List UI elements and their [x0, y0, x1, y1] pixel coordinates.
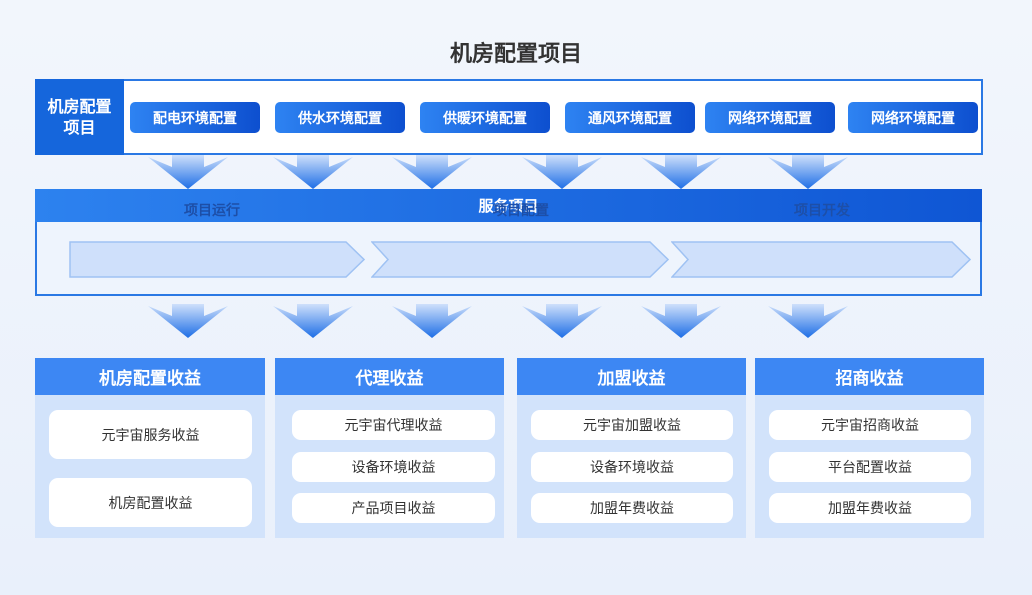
- config-item-water[interactable]: 供水环境配置: [275, 102, 405, 133]
- down-arrow-icon: [392, 304, 472, 338]
- card-title: 招商收益: [755, 358, 984, 395]
- config-item-network-1[interactable]: 网络环境配置: [705, 102, 835, 133]
- service-step-operation[interactable]: 项目运行: [69, 191, 355, 228]
- config-item-network-2[interactable]: 网络环境配置: [848, 102, 978, 133]
- down-arrow-icon: [148, 304, 228, 338]
- down-arrow-icon: [768, 155, 848, 189]
- config-item-power[interactable]: 配电环境配置: [130, 102, 260, 133]
- page-title: 机房配置项目: [449, 42, 582, 67]
- revenue-card-investment: 招商收益 元宇宙招商收益 平台配置收益 加盟年费收益: [755, 358, 984, 538]
- chevron-arrow-icon: [69, 241, 365, 278]
- revenue-item[interactable]: 元宇宙加盟收益: [531, 410, 733, 440]
- revenue-item[interactable]: 产品项目收益: [292, 493, 495, 523]
- revenue-card-agency: 代理收益 元宇宙代理收益 设备环境收益 产品项目收益: [275, 358, 504, 538]
- revenue-item[interactable]: 元宇宙服务收益: [49, 410, 252, 459]
- revenue-card-datacenter: 机房配置收益 元宇宙服务收益 机房配置收益: [35, 358, 265, 538]
- revenue-item[interactable]: 设备环境收益: [531, 452, 733, 482]
- card-title: 加盟收益: [517, 358, 746, 395]
- revenue-item[interactable]: 加盟年费收益: [531, 493, 733, 523]
- down-arrow-icon: [273, 155, 353, 189]
- config-item-heating[interactable]: 供暖环境配置: [420, 102, 550, 133]
- chevron-arrow-icon: [371, 241, 669, 278]
- revenue-item[interactable]: 元宇宙招商收益: [769, 410, 971, 440]
- service-items-panel: 服务项目 项目运行 项目配置 项目开发: [35, 189, 982, 296]
- config-items-label: 机房配置项目: [35, 79, 124, 155]
- revenue-item[interactable]: 机房配置收益: [49, 478, 252, 527]
- config-items-row: 机房配置项目 配电环境配置 供水环境配置 供暖环境配置 通风环境配置 网络环境配…: [35, 79, 983, 155]
- down-arrow-icon: [392, 155, 472, 189]
- revenue-item[interactable]: 加盟年费收益: [769, 493, 971, 523]
- revenue-card-franchise: 加盟收益 元宇宙加盟收益 设备环境收益 加盟年费收益: [517, 358, 746, 538]
- down-arrow-icon: [148, 155, 228, 189]
- down-arrow-icon: [641, 304, 721, 338]
- card-title: 代理收益: [275, 358, 504, 395]
- down-arrow-icon: [273, 304, 353, 338]
- chevron-arrow-icon: [671, 241, 971, 278]
- config-item-ventilation[interactable]: 通风环境配置: [565, 102, 695, 133]
- revenue-item[interactable]: 平台配置收益: [769, 452, 971, 482]
- revenue-item[interactable]: 设备环境收益: [292, 452, 495, 482]
- service-step-development[interactable]: 项目开发: [681, 191, 963, 228]
- card-title: 机房配置收益: [35, 358, 265, 395]
- down-arrow-icon: [641, 155, 721, 189]
- down-arrow-icon: [768, 304, 848, 338]
- down-arrow-icon: [522, 155, 602, 189]
- revenue-item[interactable]: 元宇宙代理收益: [292, 410, 495, 440]
- service-step-configuration[interactable]: 项目配置: [381, 191, 661, 228]
- down-arrow-icon: [522, 304, 602, 338]
